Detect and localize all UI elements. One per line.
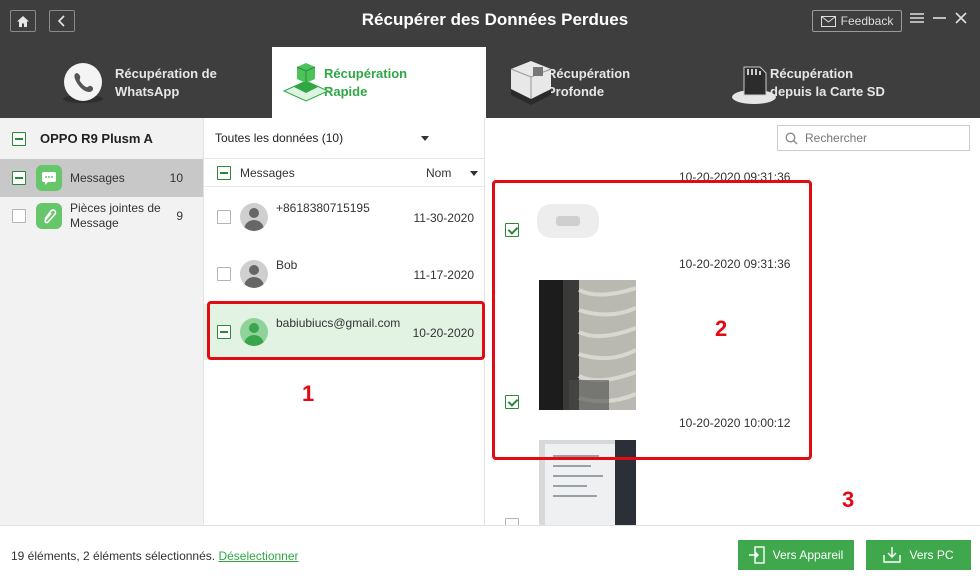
device-row[interactable]: OPPO R9 Plusm A	[0, 118, 203, 159]
deselect-link[interactable]: Déselectionner	[218, 549, 298, 563]
sidebar: OPPO R9 Plusm A Messages 10 Pièces joint…	[0, 118, 204, 525]
annotation-box-1	[207, 301, 485, 360]
attachments-count: 9	[176, 209, 183, 223]
annotation-number-2: 2	[715, 316, 728, 341]
attachments-label-line1: Pièces jointes de	[70, 201, 161, 215]
annotation-box-2	[492, 180, 812, 460]
chevron-down-icon	[421, 136, 430, 142]
to-device-label: Vers Appareil	[772, 548, 844, 562]
download-icon	[883, 547, 902, 563]
mail-icon	[820, 15, 836, 27]
close-icon	[955, 12, 967, 24]
sort-chevron-icon	[469, 170, 478, 176]
sort-dropdown[interactable]: Nom	[426, 166, 478, 180]
sidebar-item-messages[interactable]: Messages 10	[0, 159, 203, 197]
tab-sd-line1: Récupération	[770, 65, 854, 81]
tab-deep-line1: Récupération	[547, 65, 631, 81]
tab-quick-line1: Récupération	[324, 65, 408, 81]
attachments-app-icon	[36, 203, 62, 229]
status-text: 19 éléments, 2 éléments sélectionnés.	[11, 549, 216, 563]
to-pc-label: Vers PC	[909, 548, 954, 562]
tab-sd-line2: depuis la Carte SD	[770, 83, 885, 99]
row-checkbox[interactable]	[217, 210, 231, 224]
close-button[interactable]	[955, 8, 967, 30]
sidebar-item-attachments[interactable]: Pièces jointes de Message 9	[0, 197, 203, 235]
menu-icon	[910, 13, 924, 23]
to-device-button[interactable]: Vers Appareil	[738, 540, 854, 570]
tab-deep-line2: Profonde	[547, 83, 605, 99]
filter-dropdown[interactable]: Toutes les données (10)	[215, 131, 430, 145]
tab-sd-card[interactable]: Récupération depuis la Carte SD	[718, 47, 932, 118]
export-to-device-icon	[748, 546, 765, 564]
messages-checkbox[interactable]	[12, 171, 26, 185]
contact-name: Bob	[276, 258, 298, 272]
tab-whatsapp-line2: WhatsApp	[115, 83, 180, 99]
device-checkbox[interactable]	[12, 131, 26, 146]
minimize-button[interactable]	[933, 8, 946, 30]
deep-recovery-icon	[510, 61, 552, 105]
to-pc-button[interactable]: Vers PC	[866, 540, 971, 570]
tab-whatsapp-line1: Récupération de	[115, 65, 217, 81]
feedback-button[interactable]: Feedback	[812, 10, 902, 32]
tab-whatsapp[interactable]: Récupération de WhatsApp	[63, 47, 277, 118]
annotation-number-1: 1	[302, 381, 315, 406]
quick-recovery-icon	[282, 63, 330, 102]
top-bar: Récupérer des Données Perdues Feedback R…	[0, 0, 980, 118]
tab-quick-recovery[interactable]: Récupération Rapide	[272, 47, 486, 118]
messages-app-icon	[36, 165, 62, 191]
messages-label: Messages	[70, 171, 125, 185]
attachments-label-line2: Message	[70, 216, 119, 230]
feedback-label: Feedback	[840, 14, 894, 28]
contact-avatar-icon	[240, 260, 268, 288]
whatsapp-phone-icon	[63, 63, 103, 103]
contact-avatar-icon	[240, 203, 268, 231]
tab-deep-recovery[interactable]: Récupération Profonde	[495, 47, 709, 118]
annotation-number-3: 3	[842, 487, 855, 512]
footer-bar: 19 éléments, 2 éléments sélectionnés. Dé…	[0, 525, 980, 582]
attachments-checkbox[interactable]	[12, 209, 26, 223]
app-window: Récupérer des Données Perdues Feedback R…	[0, 0, 980, 582]
filter-label: Toutes les données (10)	[215, 131, 344, 145]
sd-card-icon	[732, 66, 776, 104]
contact-date: 11-30-2020	[413, 211, 475, 225]
select-all-checkbox[interactable]	[217, 165, 231, 180]
device-name: OPPO R9 Plusm A	[40, 131, 153, 146]
list-header: Messages Nom	[204, 158, 485, 187]
sort-label: Nom	[426, 165, 452, 180]
list-item[interactable]: +8618380715195 11-30-2020	[204, 189, 485, 245]
contact-name: +8618380715195	[276, 201, 370, 215]
row-checkbox[interactable]	[217, 267, 231, 281]
attachment-checkbox[interactable]	[505, 518, 519, 525]
minimize-icon	[933, 17, 946, 19]
contact-date: 11-17-2020	[413, 268, 475, 282]
tab-quick-line2: Rapide	[324, 83, 368, 99]
messages-count: 10	[169, 171, 183, 185]
list-header-label: Messages	[240, 165, 295, 180]
menu-button[interactable]	[910, 8, 924, 30]
list-item[interactable]: Bob 11-17-2020	[204, 246, 485, 302]
selection-status: 19 éléments, 2 éléments sélectionnés. Dé…	[11, 549, 299, 563]
